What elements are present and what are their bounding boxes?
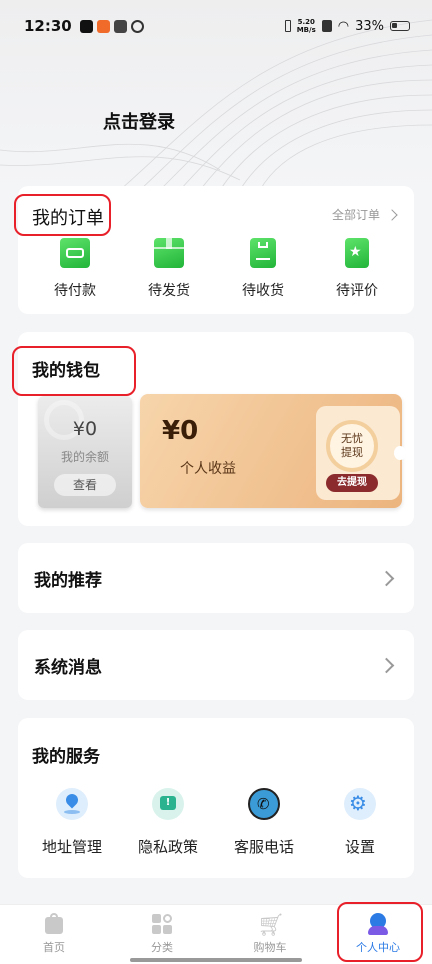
order-item-label: 待发货 xyxy=(148,283,190,299)
income-amount: ¥0 xyxy=(162,416,199,446)
tiktok-icon xyxy=(79,19,93,33)
box-icon xyxy=(154,238,184,268)
all-orders-label: 全部订单 xyxy=(331,208,380,222)
tab-category[interactable]: 分类 xyxy=(108,905,216,964)
order-pending-receipt[interactable]: 待收货 xyxy=(223,238,303,300)
wifi-icon: ◠ xyxy=(337,18,350,34)
tab-profile[interactable]: 个人中心 xyxy=(324,905,432,964)
home-bag-icon xyxy=(43,913,65,935)
profile-icon xyxy=(367,913,389,935)
battery-percent: 33% xyxy=(355,18,384,34)
service-label: 隐私政策 xyxy=(137,838,198,856)
tab-cart[interactable]: 🛒︎ 购物车 xyxy=(216,905,324,964)
order-pending-shipment[interactable]: 待发货 xyxy=(129,238,209,300)
ticket-line-2: 提现 xyxy=(341,446,363,459)
orders-title: 我的订单 xyxy=(32,208,104,229)
balance-panel[interactable]: ¥0 我的余额 查看 xyxy=(38,396,132,508)
order-pending-payment[interactable]: 待付款 xyxy=(35,238,115,300)
chevron-right-icon xyxy=(378,570,395,586)
orders-card: 我的订单 全部订单 待付款 待发货 待收货 ★ 待评价 xyxy=(18,186,414,314)
tab-label: 个人中心 xyxy=(356,941,400,954)
phone-icon: ✆ xyxy=(248,788,280,820)
recommend-title: 我的推荐 xyxy=(34,570,102,591)
service-privacy[interactable]: ! 隐私政策 xyxy=(122,788,214,857)
battery-icon xyxy=(390,21,410,31)
tab-home[interactable]: 首页 xyxy=(0,905,108,964)
balance-amount: ¥0 xyxy=(72,418,98,440)
services-card: 我的服务 地址管理 ! 隐私政策 ✆ 客服电话 ⚙ 设置 xyxy=(18,718,414,878)
shopping-app-icon xyxy=(113,19,127,33)
service-hotline[interactable]: ✆ 客服电话 xyxy=(218,788,310,857)
service-label: 客服电话 xyxy=(233,838,294,856)
messages-title: 系统消息 xyxy=(34,657,102,678)
category-grid-icon xyxy=(151,913,173,935)
status-bar: 12:30 5.20 MB/s ◠ 33% xyxy=(0,0,432,52)
wallet-title: 我的钱包 xyxy=(32,361,100,381)
service-label: 地址管理 xyxy=(41,838,102,856)
home-indicator xyxy=(130,958,302,962)
network-speed: 5.20 MB/s xyxy=(297,18,316,34)
cart-icon: 🛒︎ xyxy=(257,913,285,938)
wallet-icon xyxy=(60,238,90,268)
order-item-label: 待付款 xyxy=(54,283,96,299)
income-panel[interactable]: ¥0 个人收益 无忧 提现 去提现 xyxy=(140,394,406,508)
all-orders-link[interactable]: 全部订单 xyxy=(331,206,398,223)
sim-icon xyxy=(321,20,332,32)
service-label: 设置 xyxy=(344,838,375,856)
order-item-label: 待收货 xyxy=(242,283,284,299)
privacy-alert-icon: ! xyxy=(152,788,184,820)
location-pin-icon xyxy=(56,788,88,820)
tab-label: 购物车 xyxy=(253,941,287,954)
withdraw-button[interactable]: 去提现 xyxy=(326,474,378,492)
vibrate-icon xyxy=(284,20,291,32)
star-review-icon: ★ xyxy=(345,238,369,268)
chevron-right-icon xyxy=(378,657,395,673)
net-speed-value: 5.20 xyxy=(297,18,315,26)
income-label: 个人收益 xyxy=(180,461,236,477)
notification-icons xyxy=(79,19,144,33)
app-notification-icon xyxy=(96,19,110,33)
bottom-tab-bar: 首页 分类 🛒︎ 购物车 个人中心 xyxy=(0,904,432,964)
order-item-label: 待评价 xyxy=(336,283,378,299)
tab-label: 首页 xyxy=(43,941,65,954)
order-status-row: 待付款 待发货 待收货 ★ 待评价 xyxy=(18,238,414,300)
wallet-card: 我的钱包 ¥0 我的余额 查看 ¥0 个人收益 无忧 提现 去提现 xyxy=(18,332,414,526)
ticket-notch xyxy=(394,446,406,460)
chevron-right-icon xyxy=(386,208,398,221)
view-balance-button[interactable]: 查看 xyxy=(54,474,116,496)
system-messages-row[interactable]: 系统消息 xyxy=(18,630,414,700)
gear-icon: ⚙ xyxy=(344,788,376,820)
services-title: 我的服务 xyxy=(32,747,100,767)
order-pending-review[interactable]: ★ 待评价 xyxy=(317,238,397,300)
withdraw-ticket: 无忧 提现 去提现 xyxy=(316,406,406,500)
tab-label: 分类 xyxy=(151,941,173,954)
service-settings[interactable]: ⚙ 设置 xyxy=(314,788,406,857)
ticket-line-1: 无忧 xyxy=(341,432,363,445)
link-app-icon xyxy=(130,19,144,33)
status-time: 12:30 xyxy=(24,17,72,35)
service-address[interactable]: 地址管理 xyxy=(26,788,118,857)
net-speed-unit: MB/s xyxy=(296,26,316,34)
my-recommend-row[interactable]: 我的推荐 xyxy=(18,543,414,613)
service-row: 地址管理 ! 隐私政策 ✆ 客服电话 ⚙ 设置 xyxy=(18,788,414,857)
status-right: 5.20 MB/s ◠ 33% xyxy=(284,18,410,34)
balance-label: 我的余额 xyxy=(60,450,109,464)
login-link[interactable]: 点击登录 xyxy=(103,108,175,134)
package-receive-icon xyxy=(250,238,276,268)
